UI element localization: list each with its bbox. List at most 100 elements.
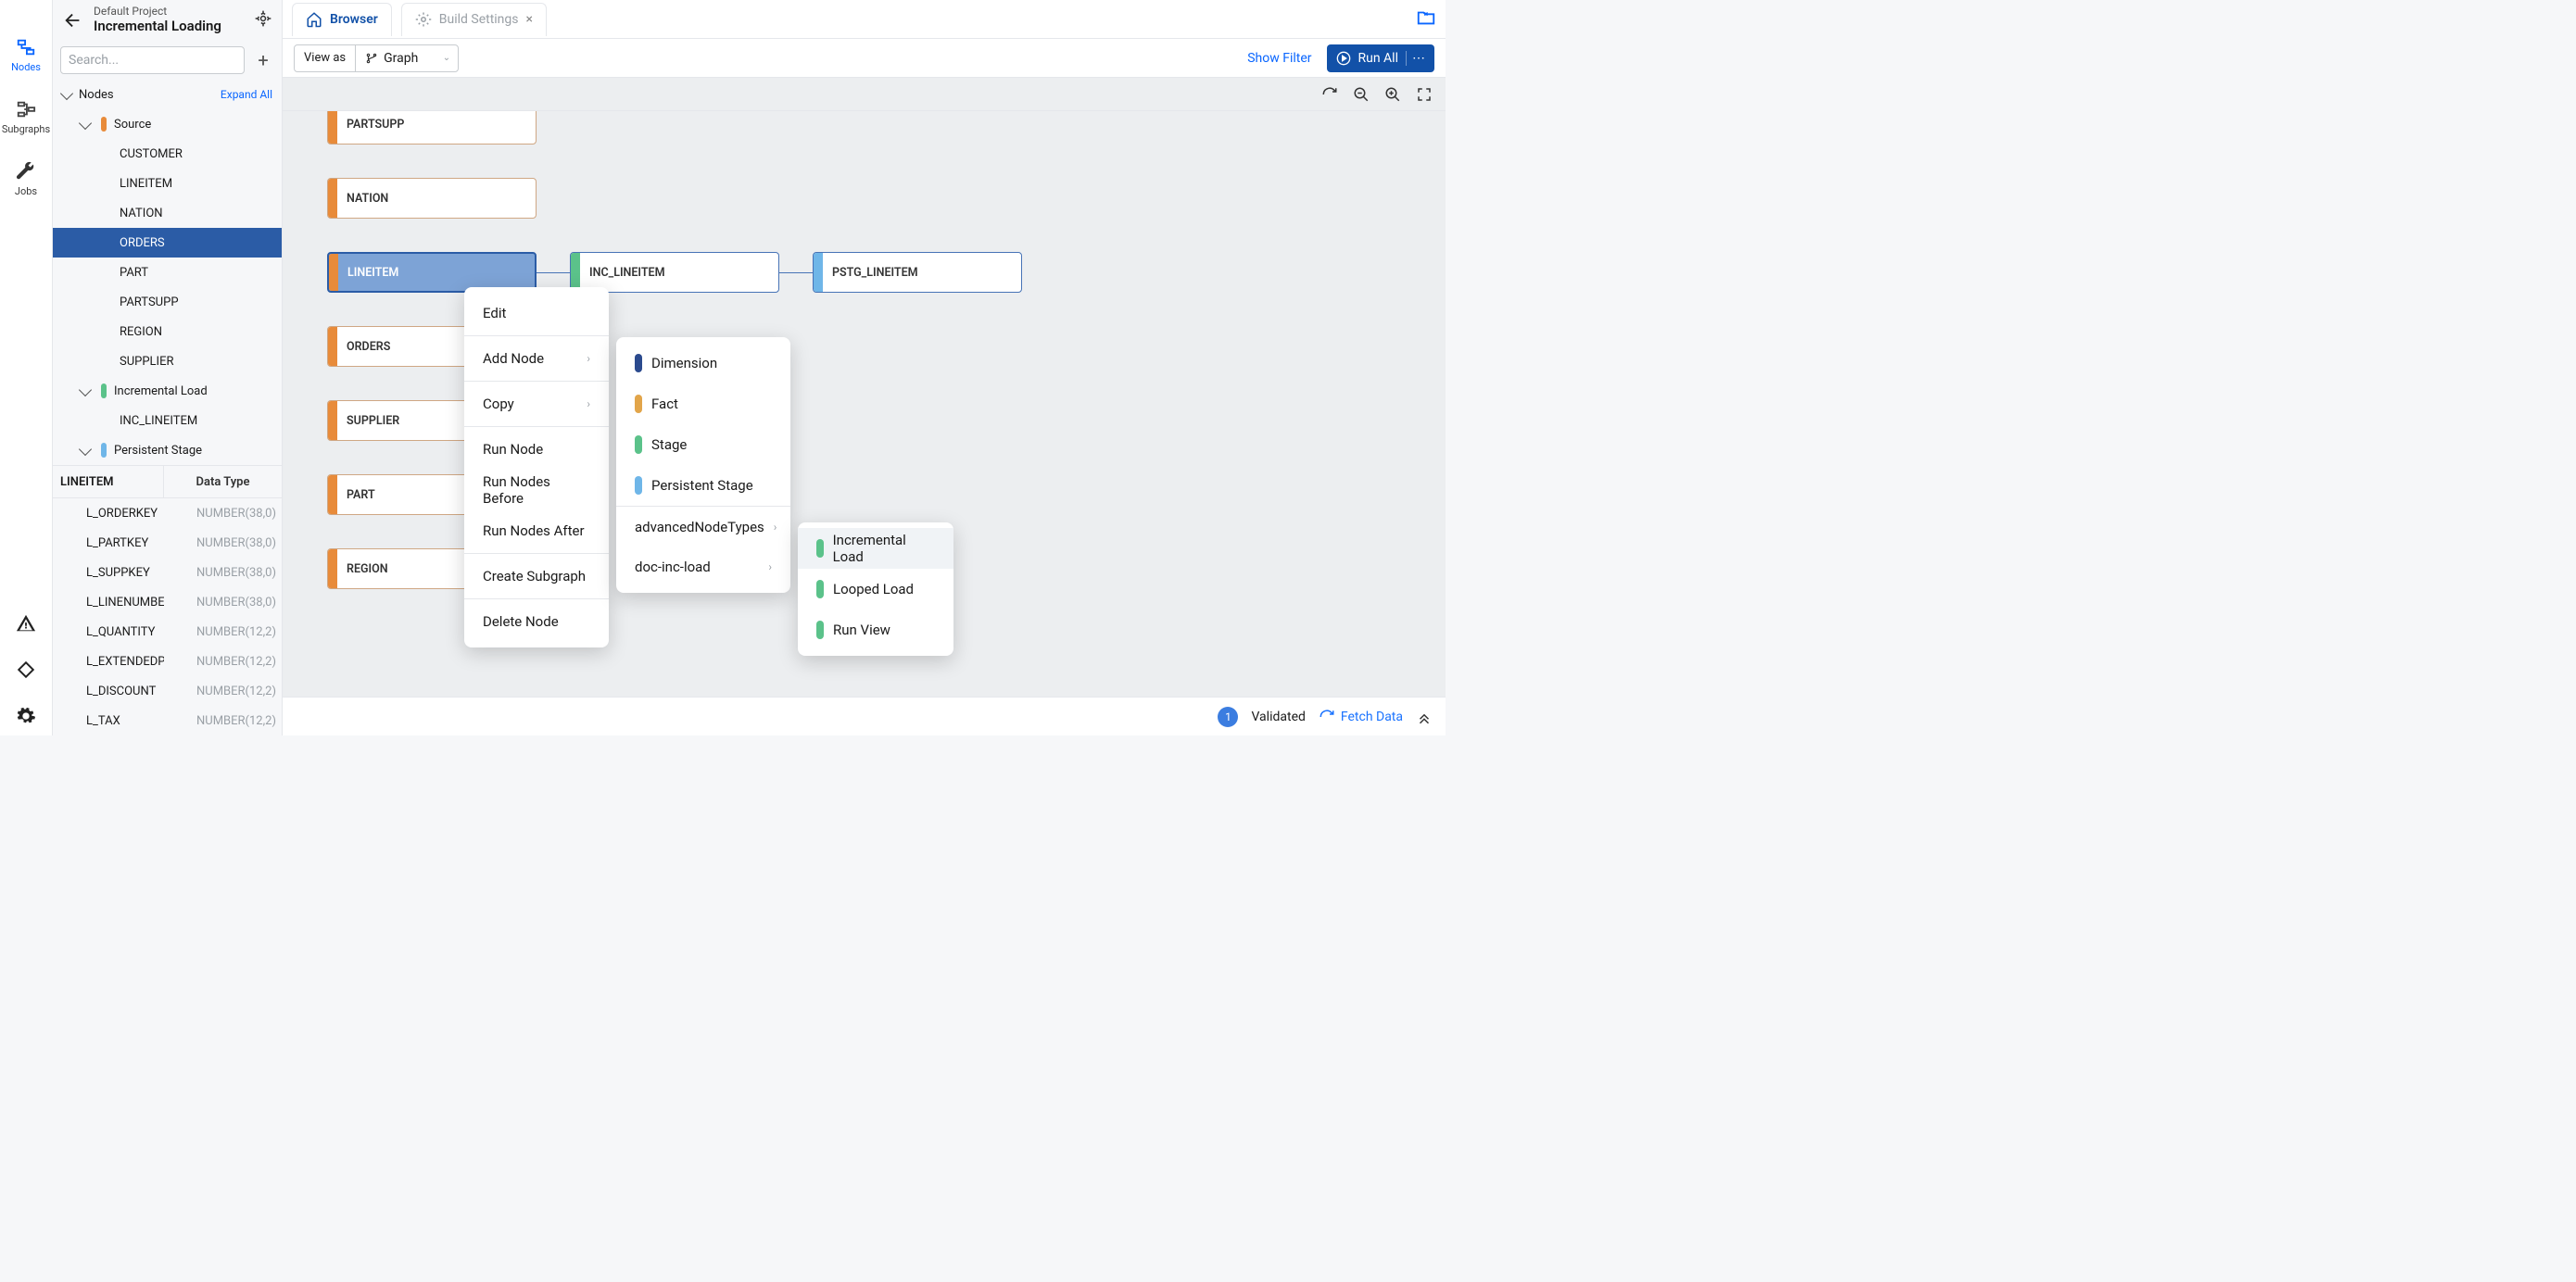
stage-chip-icon: [635, 435, 642, 454]
toolbar: View as Graph ⌄ Show Filter Run All ⋯: [283, 39, 1446, 78]
chevron-right-icon: ›: [587, 397, 590, 410]
diamond-icon[interactable]: [16, 660, 36, 680]
tree-leaf-partsupp[interactable]: PARTSUPP: [53, 287, 282, 317]
main-area: Browser Build Settings × View as Graph ⌄…: [283, 0, 1446, 735]
context-menu-doc-inc-load: Incremental Load Looped Load Run View: [798, 522, 953, 656]
tree-header-label: Nodes: [79, 88, 114, 102]
project-settings-button[interactable]: [254, 9, 272, 31]
search-input[interactable]: [60, 46, 245, 74]
ctx-copy[interactable]: Copy›: [464, 383, 609, 424]
gear-icon: [254, 9, 272, 28]
tab-browser[interactable]: Browser: [292, 3, 392, 36]
tree-leaf-orders[interactable]: ORDERS: [53, 228, 282, 258]
context-menu-node: Edit Add Node› Copy› Run Node Run Nodes …: [464, 287, 609, 647]
graph-edge: [779, 272, 813, 273]
detail-row[interactable]: L_TAXNUMBER(12,2): [53, 706, 282, 735]
ctx-doc-inc-load[interactable]: doc-inc-load›: [616, 547, 790, 587]
graph-node-nation[interactable]: NATION: [327, 178, 537, 219]
ctx-advanced-node-types[interactable]: advancedNodeTypes›: [616, 506, 790, 547]
expand-panel-button[interactable]: [1416, 709, 1433, 725]
tree-leaf-region[interactable]: REGION: [53, 317, 282, 346]
ctx-run-after[interactable]: Run Nodes After: [464, 510, 609, 551]
fetch-data-button[interactable]: Fetch Data: [1319, 709, 1403, 725]
ctx-incremental-load[interactable]: Incremental Load: [798, 528, 953, 569]
zoom-in-icon[interactable]: [1384, 86, 1401, 103]
run-all-more-button[interactable]: ⋯: [1406, 51, 1425, 66]
detail-row[interactable]: L_LINENUMBERNUMBER(38,0): [53, 587, 282, 617]
tree-leaf-supplier[interactable]: SUPPLIER: [53, 346, 282, 376]
nav-nodes[interactable]: Nodes: [11, 37, 41, 73]
tree-group-persistent[interactable]: Persistent Stage: [53, 435, 282, 465]
ctx-type-persistent-stage[interactable]: Persistent Stage: [616, 465, 790, 506]
tree-group-source[interactable]: Source: [53, 109, 282, 139]
chevron-down-icon: ⌄: [443, 53, 450, 63]
tree-group-incremental[interactable]: Incremental Load: [53, 376, 282, 406]
chevron-right-icon: ›: [768, 560, 772, 573]
detail-row[interactable]: L_SUPPKEYNUMBER(38,0): [53, 558, 282, 587]
tree-leaf-part[interactable]: PART: [53, 258, 282, 287]
chevron-down-icon[interactable]: [62, 88, 71, 102]
show-filter-link[interactable]: Show Filter: [1247, 51, 1311, 66]
ctx-edit[interactable]: Edit: [464, 293, 609, 333]
tab-build-settings[interactable]: Build Settings ×: [401, 3, 547, 36]
expand-all-link[interactable]: Expand All: [221, 88, 272, 101]
validated-count-badge: 1: [1218, 707, 1238, 727]
refresh-icon[interactable]: [1321, 86, 1338, 103]
graph-node-pstg-lineitem[interactable]: PSTG_LINEITEM: [813, 252, 1022, 293]
ctx-create-subgraph[interactable]: Create Subgraph: [464, 556, 609, 597]
run-all-button[interactable]: Run All ⋯: [1327, 44, 1435, 72]
nodes-icon: [16, 37, 36, 57]
refresh-icon: [1319, 709, 1335, 725]
detail-row[interactable]: L_EXTENDEDPRICENUMBER(12,2): [53, 647, 282, 676]
chevron-down-icon: [79, 383, 92, 396]
run-view-chip-icon: [816, 621, 824, 639]
settings-gear-icon[interactable]: [16, 706, 36, 726]
drag-handle-icon: [95, 237, 107, 248]
canvas-toolbar: [283, 78, 1446, 111]
graph-canvas[interactable]: PARTSUPP NATION LINEITEM INC_LINEITEM PS…: [283, 111, 1446, 697]
add-node-button[interactable]: +: [252, 49, 274, 71]
ctx-add-node[interactable]: Add Node›: [464, 338, 609, 379]
ctx-type-fact[interactable]: Fact: [616, 383, 790, 424]
nav-subgraphs[interactable]: Subgraphs: [2, 99, 50, 135]
chevron-down-icon: [79, 116, 92, 129]
ctx-run-node[interactable]: Run Node: [464, 429, 609, 470]
tab-action-button[interactable]: [1416, 7, 1436, 31]
subgraphs-icon: [16, 99, 36, 119]
play-icon: [1336, 51, 1351, 66]
tree-leaf-customer[interactable]: CUSTOMER: [53, 139, 282, 169]
tab-bar: Browser Build Settings ×: [283, 0, 1446, 39]
ctx-run-view[interactable]: Run View: [798, 610, 953, 650]
detail-row[interactable]: L_PARTKEYNUMBER(38,0): [53, 528, 282, 558]
fullscreen-icon[interactable]: [1416, 86, 1433, 103]
tree-leaf-nation[interactable]: NATION: [53, 198, 282, 228]
zoom-out-icon[interactable]: [1353, 86, 1370, 103]
home-icon: [306, 11, 322, 28]
dimension-chip-icon: [635, 354, 642, 372]
detail-row[interactable]: L_ORDERKEYNUMBER(38,0): [53, 498, 282, 528]
project-title: Default Project Incremental Loading: [94, 6, 221, 34]
fact-chip-icon: [635, 395, 642, 413]
warning-icon[interactable]: [16, 613, 36, 634]
detail-row[interactable]: L_DISCOUNTNUMBER(12,2): [53, 676, 282, 706]
chevron-right-icon: ›: [587, 352, 590, 365]
folder-x-icon: [1416, 7, 1436, 28]
context-menu-node-types: Dimension Fact Stage Persistent Stage ad…: [616, 337, 790, 593]
ctx-type-stage[interactable]: Stage: [616, 424, 790, 465]
graph-node-partsupp[interactable]: PARTSUPP: [327, 111, 537, 145]
nav-jobs[interactable]: Jobs: [15, 161, 37, 197]
view-as-select[interactable]: View as Graph ⌄: [294, 44, 459, 72]
ctx-looped-load[interactable]: Looped Load: [798, 569, 953, 610]
sidebar: Default Project Incremental Loading + No…: [53, 0, 283, 735]
ctx-delete-node[interactable]: Delete Node: [464, 601, 609, 642]
ctx-run-before[interactable]: Run Nodes Before: [464, 470, 609, 510]
close-tab-button[interactable]: ×: [526, 12, 533, 27]
tree-leaf-lineitem[interactable]: LINEITEM: [53, 169, 282, 198]
ctx-type-dimension[interactable]: Dimension: [616, 343, 790, 383]
tree-leaf-inc-lineitem[interactable]: INC_LINEITEM: [53, 406, 282, 435]
detail-row[interactable]: L_QUANTITYNUMBER(12,2): [53, 617, 282, 647]
validated-label: Validated: [1251, 710, 1305, 724]
back-button[interactable]: [62, 9, 84, 31]
persistent-chip-icon: [101, 443, 107, 458]
source-chip-icon: [101, 117, 107, 132]
